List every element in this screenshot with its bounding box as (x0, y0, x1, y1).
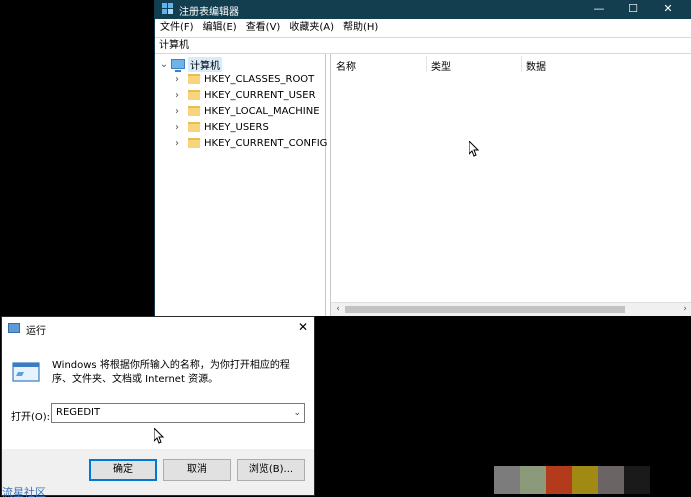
column-header-name[interactable]: 名称 (336, 58, 356, 73)
run-title-bar[interactable]: 运行 ✕ (2, 317, 314, 339)
list-header: 名称 类型 数据 (331, 54, 691, 74)
folder-icon (188, 122, 200, 132)
address-bar[interactable]: 计算机 (155, 37, 691, 54)
menu-view[interactable]: 查看(V) (246, 19, 281, 37)
chevron-right-icon[interactable]: › (172, 74, 182, 85)
watermark-text: 流星社区 (2, 486, 46, 497)
folder-icon (188, 74, 200, 84)
browse-button[interactable]: 浏览(B)... (237, 459, 305, 481)
chevron-right-icon[interactable]: › (172, 106, 182, 117)
column-header-type[interactable]: 类型 (431, 58, 451, 73)
close-icon[interactable]: ✕ (298, 320, 308, 334)
open-input-value: REGEDIT (56, 407, 101, 418)
menu-bar: 文件(F) 编辑(E) 查看(V) 收藏夹(A) 帮助(H) (155, 19, 691, 37)
window-title: 注册表编辑器 (179, 7, 239, 18)
ok-button[interactable]: 确定 (89, 459, 157, 481)
minimize-button[interactable]: — (582, 0, 616, 19)
folder-icon (188, 106, 200, 116)
computer-icon (171, 59, 185, 72)
close-button[interactable]: ✕ (651, 0, 685, 19)
run-description: Windows 将根据你所输入的名称，为你打开相应的程序、文件夹、文档或 Int… (52, 360, 290, 385)
chevron-down-icon[interactable]: ⌄ (293, 404, 301, 422)
color-swatch (572, 466, 598, 494)
folder-icon (188, 138, 200, 148)
run-dialog: 运行 ✕ Windows 将根据你所输入的名称，为你打开相应的程序、文件夹、文档… (1, 316, 315, 496)
run-title: 运行 (26, 326, 46, 337)
color-swatch (494, 466, 520, 494)
tree-item-label: HKEY_LOCAL_MACHINE (204, 105, 320, 117)
tree-item-hkcu[interactable]: › HKEY_CURRENT_USER (172, 87, 316, 103)
color-swatch (546, 466, 572, 494)
chevron-down-icon[interactable]: ⌄ (159, 59, 169, 70)
tree-root-label: 计算机 (188, 56, 222, 72)
menu-edit[interactable]: 编辑(E) (203, 19, 237, 37)
run-footer: 确定 取消 浏览(B)... (2, 449, 314, 495)
menu-favorites[interactable]: 收藏夹(A) (289, 19, 334, 37)
open-label: 打开(O): (11, 412, 51, 423)
menu-help[interactable]: 帮助(H) (343, 19, 378, 37)
tree-item-label: HKEY_CLASSES_ROOT (204, 73, 315, 85)
scroll-left-icon[interactable]: ‹ (333, 303, 343, 316)
open-input[interactable]: REGEDIT ⌄ (51, 403, 305, 423)
menu-file[interactable]: 文件(F) (160, 19, 194, 37)
tree-item-hku[interactable]: › HKEY_USERS (172, 119, 269, 135)
tree-root-computer[interactable]: ⌄ 计算机 (159, 56, 222, 72)
color-swatch (624, 466, 650, 494)
chevron-right-icon[interactable]: › (172, 90, 182, 101)
folder-icon (188, 90, 200, 100)
tree-item-label: HKEY_CURRENT_USER (204, 89, 316, 101)
chevron-right-icon[interactable]: › (172, 122, 182, 133)
color-swatch (520, 466, 546, 494)
scrollbar-thumb[interactable] (345, 306, 625, 313)
maximize-button[interactable]: ☐ (616, 0, 650, 19)
scroll-right-icon[interactable]: › (680, 303, 690, 316)
registry-editor-window: 注册表编辑器 — ☐ ✕ 文件(F) 编辑(E) 查看(V) 收藏夹(A) 帮助… (154, 0, 691, 316)
value-list-pane: 名称 类型 数据 ‹ › (330, 54, 691, 316)
color-swatch (598, 466, 624, 494)
tree-item-label: HKEY_CURRENT_CONFIG (204, 137, 328, 149)
chevron-right-icon[interactable]: › (172, 138, 182, 149)
column-divider[interactable] (521, 56, 522, 72)
tree-item-hkcr[interactable]: › HKEY_CLASSES_ROOT (172, 71, 314, 87)
tree-item-hkcc[interactable]: › HKEY_CURRENT_CONFIG (172, 135, 327, 151)
run-app-icon (8, 323, 20, 333)
column-header-data[interactable]: 数据 (526, 58, 546, 73)
key-tree-pane: ⌄ 计算机 › HKEY_CLASSES_ROOT › HKEY_CURRENT… (155, 54, 327, 316)
cancel-button[interactable]: 取消 (163, 459, 231, 481)
tree-item-hklm[interactable]: › HKEY_LOCAL_MACHINE (172, 103, 320, 119)
tree-item-label: HKEY_USERS (204, 121, 269, 133)
run-program-icon (12, 362, 40, 382)
regedit-app-icon (162, 3, 173, 14)
horizontal-scrollbar[interactable]: ‹ › (331, 302, 691, 316)
title-bar[interactable]: 注册表编辑器 — ☐ ✕ (155, 0, 691, 19)
column-divider[interactable] (426, 56, 427, 72)
